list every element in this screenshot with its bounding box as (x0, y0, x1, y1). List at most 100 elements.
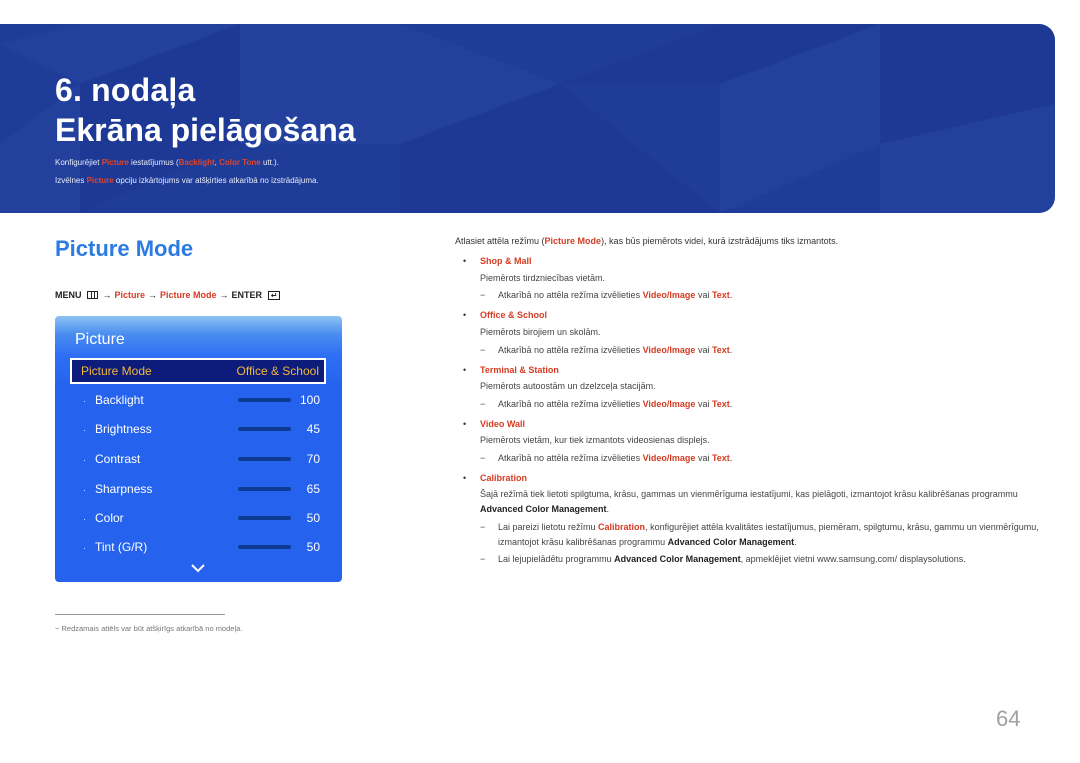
text: Atkarībā no attēla režīma izvēlieties (498, 345, 643, 355)
page-number: 64 (996, 706, 1021, 731)
note-text: Atkarībā no attēla režīma izvēlieties Vi… (498, 453, 732, 463)
osd-item-label: Tint (G/R) (95, 540, 148, 554)
text: . (729, 345, 733, 355)
arrow: → (148, 290, 158, 300)
text: vai (695, 453, 712, 463)
item-description: Piemērots vietām, kur tiek izmantots vid… (480, 435, 710, 445)
note-text: Lai pareizi lietotu režīmu Calibration, … (480, 520, 1040, 550)
slider-track[interactable] (238, 516, 291, 520)
osd-item-contrast[interactable]: · Contrast 70 (55, 449, 342, 469)
keyword-calibration: Calibration (598, 522, 646, 532)
keyword-acm: Advanced Color Management (480, 504, 607, 514)
banner-description-1: Konfigurējiet Picture iestatījumus (Back… (55, 158, 279, 168)
text: opciju izkārtojums var atšķirties atkarī… (113, 176, 319, 185)
chevron-down-icon[interactable] (191, 563, 205, 573)
chapter-number: 6. nodaļa (55, 72, 196, 108)
keyword-text: Text (711, 399, 730, 409)
item-description: Piemērots autoostām un dzelzceļa stacijā… (480, 381, 656, 391)
osd-item-value: Office & School (236, 364, 320, 378)
keyword-picture-mode: Picture Mode (544, 236, 602, 246)
bullet: · (83, 514, 86, 524)
text: Atlasiet attēla režīmu ( (455, 236, 545, 246)
bullet: · (83, 543, 86, 553)
text: Izvēlnes (55, 176, 87, 185)
text: utt.). (260, 158, 279, 167)
picture-osd-menu: Picture Picture Mode Office & School · B… (55, 316, 342, 582)
note-text: Atkarībā no attēla režīma izvēlieties Vi… (498, 399, 732, 409)
text: vai (695, 290, 712, 300)
text: . (729, 290, 733, 300)
bullet: • (463, 419, 467, 429)
slider-track[interactable] (238, 427, 291, 431)
calibration-note-1: − Lai pareizi lietotu režīmu Calibration… (480, 520, 1040, 550)
keyword-picture: Picture (86, 176, 114, 185)
slider-track[interactable] (238, 457, 291, 461)
text: Atkarībā no attēla režīma izvēlieties (498, 399, 643, 409)
osd-item-value: 65 (306, 482, 320, 496)
osd-item-color[interactable]: · Color 50 (55, 508, 342, 528)
osd-item-sharpness[interactable]: · Sharpness 65 (55, 479, 342, 499)
text: iestatījumus ( (128, 158, 179, 167)
menu-label: MENU (55, 290, 82, 300)
slider-track[interactable] (238, 545, 291, 549)
osd-item-picture-mode[interactable]: Picture Mode Office & School (70, 358, 326, 384)
bullet: • (463, 365, 467, 375)
bullet: · (83, 396, 86, 406)
osd-title: Picture (75, 331, 125, 348)
text: Konfigurējiet (55, 158, 102, 167)
dash: − (480, 522, 486, 532)
osd-item-label: Picture Mode (81, 364, 152, 378)
keyword-text: Text (711, 290, 730, 300)
osd-item-value: 100 (299, 393, 320, 407)
dash: − (480, 554, 486, 564)
keyword-backlight: Backlight (178, 158, 215, 167)
chapter-banner: 6. nodaļa Ekrāna pielāgošana Konfigurēji… (0, 24, 1055, 213)
osd-item-label: Color (95, 511, 124, 525)
slider-track[interactable] (238, 487, 291, 491)
dash: − (480, 399, 486, 409)
chapter-title: Ekrāna pielāgošana (55, 112, 356, 148)
text: . (606, 504, 610, 514)
osd-item-value: 70 (306, 452, 320, 466)
bullet: • (463, 473, 467, 483)
text: . (729, 453, 733, 463)
text: . (794, 537, 797, 547)
osd-item-brightness[interactable]: · Brightness 45 (55, 419, 342, 439)
arrow: → (219, 290, 229, 300)
calibration-note-2: − Lai lejupielādētu programmu Advanced C… (480, 552, 1040, 567)
note-text: Lai lejupielādētu programmu Advanced Col… (480, 552, 1040, 567)
intro-text: Atlasiet attēla režīmu (Picture Mode), k… (455, 236, 838, 246)
menu-path-picture: Picture (114, 290, 146, 300)
enter-label: ENTER (231, 290, 263, 300)
menu-path: MENU → Picture → Picture Mode → ENTER ↵ (55, 290, 281, 300)
bullet: · (83, 485, 86, 495)
dash: − (480, 345, 486, 355)
text: , apmeklējiet vietni www.samsung.com/ di… (740, 554, 966, 564)
slider-track[interactable] (238, 398, 291, 402)
osd-item-value: 50 (306, 540, 320, 554)
keyword-text: Text (711, 453, 730, 463)
keyword-video-image: Video/Image (642, 453, 696, 463)
note-text: Atkarībā no attēla režīma izvēlieties Vi… (498, 290, 732, 300)
text: vai (695, 399, 712, 409)
bullet: · (83, 425, 86, 435)
text: Šajā režīmā tiek lietoti spilgtuma, krās… (480, 489, 1018, 499)
item-name: Office & School (480, 310, 548, 320)
text: vai (695, 345, 712, 355)
osd-item-label: Brightness (95, 422, 152, 436)
arrow: → (102, 290, 112, 300)
keyword-color-tone: Color Tone (219, 158, 261, 167)
osd-item-backlight[interactable]: · Backlight 100 (55, 390, 342, 410)
dash: − (480, 453, 486, 463)
keyword-picture: Picture (101, 158, 129, 167)
item-name: Terminal & Station (480, 365, 559, 375)
text: Lai pareizi lietotu režīmu (498, 522, 599, 532)
keyword-text: Text (711, 345, 730, 355)
dash: − (55, 624, 60, 633)
menu-path-picture-mode: Picture Mode (160, 290, 217, 300)
text: Atkarībā no attēla režīma izvēlieties (498, 453, 643, 463)
item-name: Shop & Mall (480, 256, 532, 266)
osd-item-label: Backlight (95, 393, 144, 407)
osd-item-tint[interactable]: · Tint (G/R) 50 (55, 537, 342, 557)
osd-item-value: 50 (306, 511, 320, 525)
